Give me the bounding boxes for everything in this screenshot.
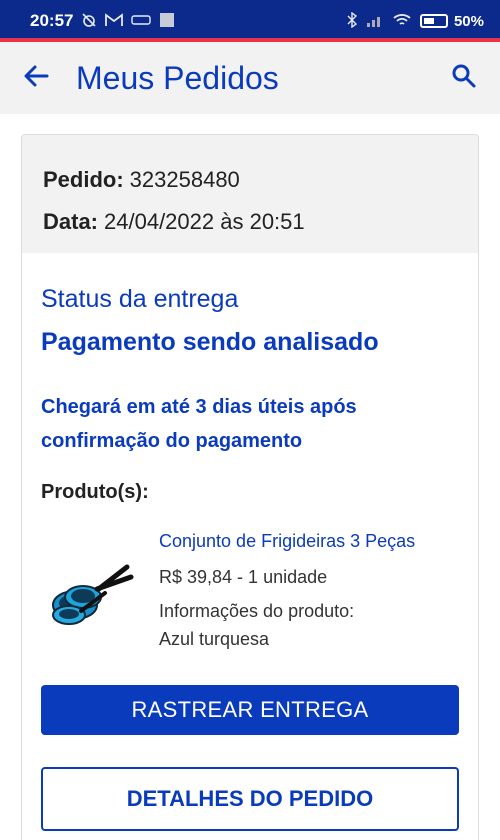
frying-pans-icon <box>45 553 137 633</box>
order-details-button[interactable]: DETALHES DO PEDIDO <box>41 767 459 831</box>
signal-icon <box>366 13 384 30</box>
battery-icon <box>419 14 448 28</box>
battery-percent: 50% <box>453 12 484 30</box>
product-info-label: Informações do produto: <box>159 601 355 621</box>
product-item[interactable]: Conjunto de Frigideiras 3 Peças R$ 39,84… <box>41 523 461 663</box>
order-number: 323258480 <box>129 167 240 192</box>
products-title: Produto(s): <box>41 481 149 503</box>
order-card: Pedido: 323258480 Data: 24/04/2022 às 20… <box>21 134 479 840</box>
delivery-eta: Chegará em até 3 dias úteis após confirm… <box>41 396 357 452</box>
status-time: 20:57 <box>30 11 74 30</box>
search-icon <box>451 63 477 94</box>
arrow-left-icon <box>23 65 49 92</box>
alarm-off-icon <box>81 12 97 31</box>
order-date-label: Data: <box>43 209 99 234</box>
product-name[interactable]: Conjunto de Frigideiras 3 Peças <box>159 531 459 552</box>
order-date: 24/04/2022 às 20:51 <box>104 209 305 234</box>
product-info-value: Azul turquesa <box>159 629 270 649</box>
page-title: Meus Pedidos <box>76 59 279 96</box>
bluetooth-icon <box>346 11 358 31</box>
square-icon <box>159 12 175 31</box>
gmail-icon <box>105 12 124 30</box>
wifi-icon <box>392 12 412 31</box>
delivery-status-label: Status da entrega <box>41 285 239 313</box>
order-number-label: Pedido: <box>43 167 124 192</box>
order-header: Pedido: 323258480 Data: 24/04/2022 às 20… <box>22 135 478 253</box>
delivery-status-value: Pagamento sendo analisado <box>41 328 379 356</box>
back-button[interactable] <box>16 58 56 98</box>
status-bar: 20:57 50% <box>0 0 500 42</box>
app-bar: Meus Pedidos <box>0 42 500 114</box>
ifood-icon <box>131 14 152 29</box>
product-price-qty: R$ 39,84 - 1 unidade <box>159 567 328 587</box>
search-button[interactable] <box>444 58 484 98</box>
track-delivery-button[interactable]: RASTREAR ENTREGA <box>41 685 459 735</box>
